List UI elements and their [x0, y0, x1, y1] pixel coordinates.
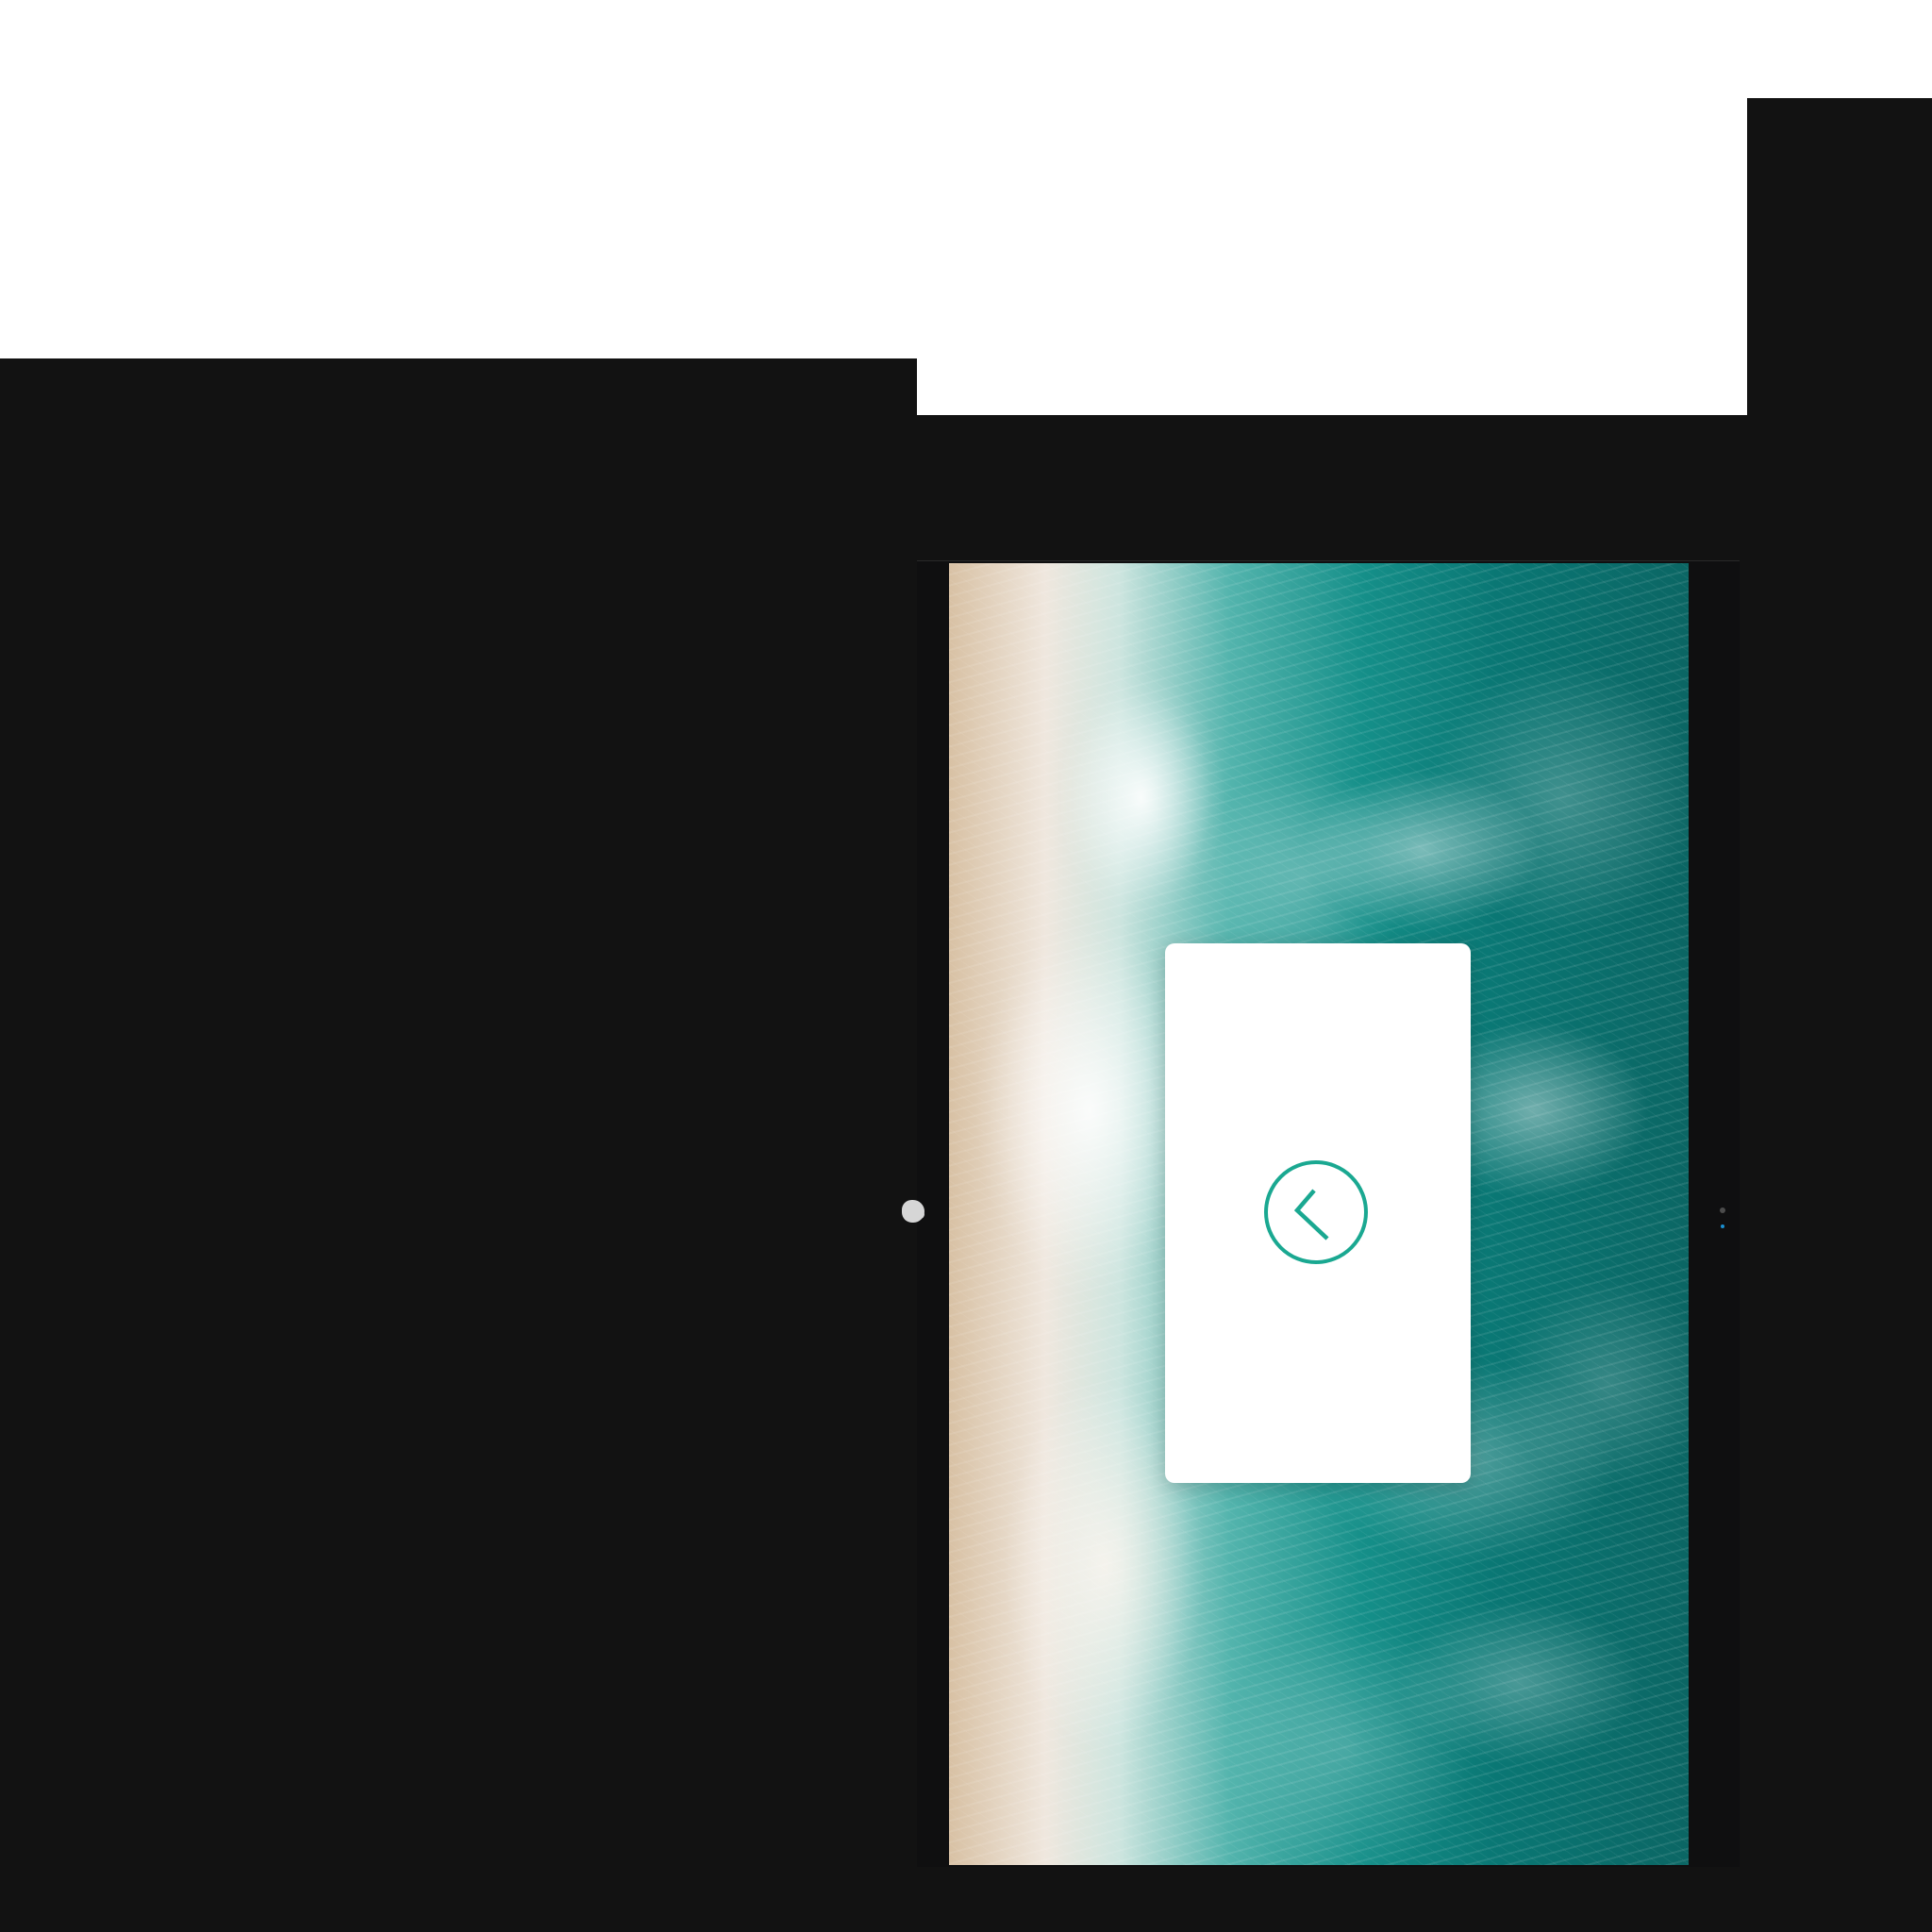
dark-right-column	[1747, 98, 1932, 1932]
dark-left-panel	[0, 358, 917, 1932]
chevron-left-icon	[1293, 1189, 1329, 1241]
white-modal-card	[1165, 943, 1471, 1483]
screenshot-canvas	[0, 0, 1932, 1932]
blue-status-dot-icon	[1721, 1224, 1724, 1228]
back-button[interactable]	[1264, 1160, 1368, 1264]
edge-indicator-icon	[1720, 1208, 1725, 1213]
grab-handle-icon[interactable]	[902, 1200, 924, 1223]
